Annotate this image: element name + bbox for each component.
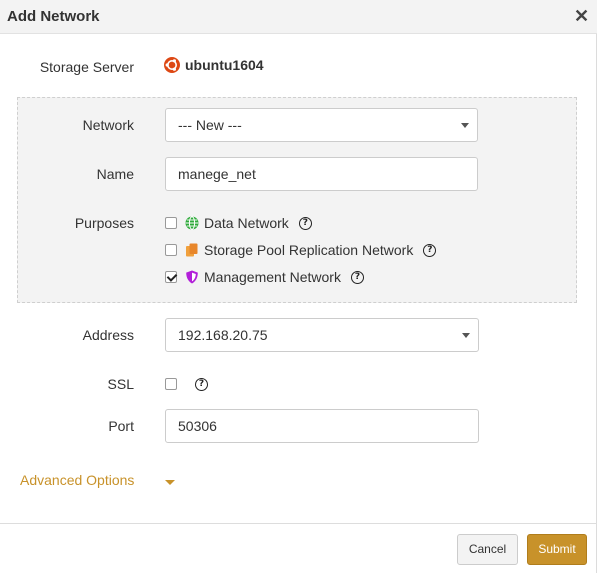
data-network-label: Data Network [204,215,289,231]
name-input[interactable]: manege_net [165,157,478,191]
ubuntu-logo-icon [164,57,180,73]
address-select-value: 192.168.20.75 [178,327,268,343]
storage-server-name: ubuntu1604 [185,57,264,73]
network-select-value: --- New --- [178,117,242,133]
storage-server-value: ubuntu1604 [164,57,264,73]
ssl-row: ? [165,375,208,393]
footer-divider [0,523,597,524]
ssl-label: SSL [107,376,134,392]
help-icon[interactable]: ? [298,216,312,230]
network-label: Network [82,117,134,133]
chevron-down-icon[interactable] [165,480,175,485]
shield-icon [186,270,198,284]
cancel-button[interactable]: Cancel [457,534,518,565]
dialog-header: Add Network ✕ [0,0,597,34]
purpose-management-network: Management Network ? [165,268,364,286]
port-input[interactable]: 50306 [165,409,479,443]
network-select[interactable]: --- New --- [165,108,478,142]
globe-icon [185,216,199,230]
storage-pool-replication-checkbox[interactable] [165,244,177,256]
port-label: Port [108,418,134,434]
copy-icon [186,243,198,257]
purpose-storage-pool-replication: Storage Pool Replication Network ? [165,241,437,259]
add-network-dialog: Add Network ✕ Storage Server ubuntu1604 … [0,0,597,573]
chevron-down-icon [462,333,470,338]
storage-server-label: Storage Server [39,59,134,75]
advanced-options-toggle[interactable]: Advanced Options [20,472,134,488]
help-icon[interactable]: ? [195,377,208,391]
submit-button[interactable]: Submit [527,534,587,565]
help-icon[interactable]: ? [423,243,437,257]
close-icon[interactable]: ✕ [574,7,589,25]
help-icon[interactable]: ? [350,270,364,284]
management-network-checkbox[interactable] [165,271,177,283]
management-network-label: Management Network [204,269,341,285]
address-select[interactable]: 192.168.20.75 [165,318,479,352]
purpose-data-network: Data Network ? [165,214,312,232]
chevron-down-icon [461,123,469,128]
purposes-label: Purposes [74,215,134,231]
data-network-checkbox[interactable] [165,217,177,229]
name-label: Name [96,166,134,182]
storage-pool-replication-label: Storage Pool Replication Network [204,242,414,258]
ssl-checkbox[interactable] [165,378,177,390]
dialog-title: Add Network [7,8,100,25]
address-label: Address [82,327,134,343]
